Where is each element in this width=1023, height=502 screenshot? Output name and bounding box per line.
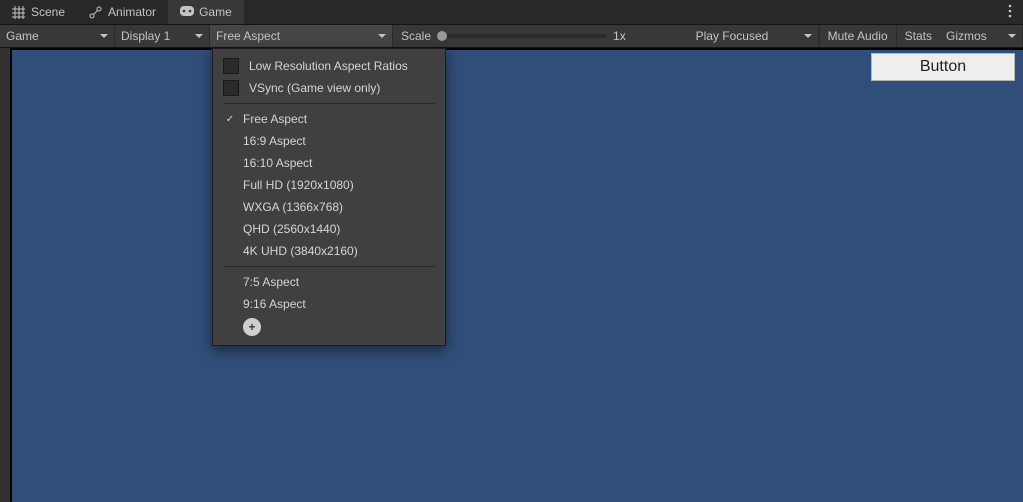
checkbox[interactable] [223,80,239,96]
tab-animator[interactable]: Animator [77,0,168,24]
chevron-down-icon [1008,34,1016,39]
popup-item-qhd[interactable]: QHD (2560x1440) [213,218,445,240]
popup-separator [223,266,435,267]
popup-item-label: WXGA (1366x768) [243,200,343,214]
popup-item-9-16[interactable]: 9:16 Aspect [213,293,445,315]
scale-value: 1x [613,29,626,43]
checkbox[interactable] [223,58,239,74]
popup-check-vsync-label: VSync (Game view only) [249,81,380,95]
popup-item-free-aspect[interactable]: ✓ Free Aspect [213,108,445,130]
tab-game-label: Game [199,5,232,19]
popup-check-vsync[interactable]: VSync (Game view only) [213,77,445,99]
scale-thumb[interactable] [437,31,447,41]
mute-audio-button[interactable]: Mute Audio [819,25,896,47]
grid-icon [12,6,25,19]
popup-item-fullhd[interactable]: Full HD (1920x1080) [213,174,445,196]
tabstrip: Scene Animator Game [0,0,1023,25]
popup-item-label: Free Aspect [243,112,307,126]
popup-check-lowres-label: Low Resolution Aspect Ratios [249,59,408,73]
popup-item-16-9[interactable]: 16:9 Aspect [213,130,445,152]
chevron-down-icon [100,34,108,39]
mode-dropdown[interactable]: Game [0,25,115,47]
tab-scene[interactable]: Scene [0,0,77,24]
aspect-label: Free Aspect [216,29,280,43]
mode-label: Game [6,29,39,43]
popup-item-16-10[interactable]: 16:10 Aspect [213,152,445,174]
scale-control: Scale 1x [393,25,634,47]
display-dropdown[interactable]: Display 1 [115,25,210,47]
popup-separator [223,103,435,104]
stats-button[interactable]: Stats [896,25,940,47]
popup-item-7-5[interactable]: 7:5 Aspect [213,271,445,293]
popup-item-label: 16:10 Aspect [243,156,312,170]
tab-game[interactable]: Game [168,0,244,24]
kebab-icon [1008,4,1012,21]
play-label: Play Focused [696,29,769,43]
scale-label: Scale [401,29,431,43]
tab-options-button[interactable] [1001,0,1019,24]
popup-add-row[interactable]: + [213,315,445,339]
popup-item-wxga[interactable]: WXGA (1366x768) [213,196,445,218]
popup-check-lowres[interactable]: Low Resolution Aspect Ratios [213,55,445,77]
animator-icon [89,6,102,19]
gizmos-dropdown[interactable]: Gizmos [940,25,1023,47]
tab-animator-label: Animator [108,5,156,19]
check-icon: ✓ [223,114,237,125]
plus-icon: + [243,318,261,336]
toolbar-spacer [634,25,690,47]
ui-button[interactable]: Button [871,53,1015,81]
popup-item-label: 9:16 Aspect [243,297,306,311]
aspect-popup: Low Resolution Aspect Ratios VSync (Game… [212,48,446,346]
stats-label: Stats [905,29,932,43]
game-toolbar: Game Display 1 Free Aspect Scale 1x Play… [0,25,1023,48]
popup-item-label: 4K UHD (3840x2160) [243,244,358,258]
game-viewport[interactable]: Button [10,48,1023,502]
chevron-down-icon [378,34,386,39]
chevron-down-icon [804,34,812,39]
gamepad-icon [180,6,193,19]
popup-item-label: 7:5 Aspect [243,275,299,289]
gizmos-label: Gizmos [946,29,987,43]
chevron-down-icon [195,34,203,39]
scale-slider[interactable] [437,34,607,38]
popup-item-label: QHD (2560x1440) [243,222,340,236]
tab-scene-label: Scene [31,5,65,19]
aspect-dropdown[interactable]: Free Aspect [210,25,393,47]
popup-item-4kuhd[interactable]: 4K UHD (3840x2160) [213,240,445,262]
popup-item-label: Full HD (1920x1080) [243,178,354,192]
display-label: Display 1 [121,29,170,43]
popup-item-label: 16:9 Aspect [243,134,306,148]
left-gutter [0,48,10,502]
play-dropdown[interactable]: Play Focused [690,25,819,47]
ui-button-label: Button [920,58,966,76]
mute-audio-label: Mute Audio [828,29,888,43]
